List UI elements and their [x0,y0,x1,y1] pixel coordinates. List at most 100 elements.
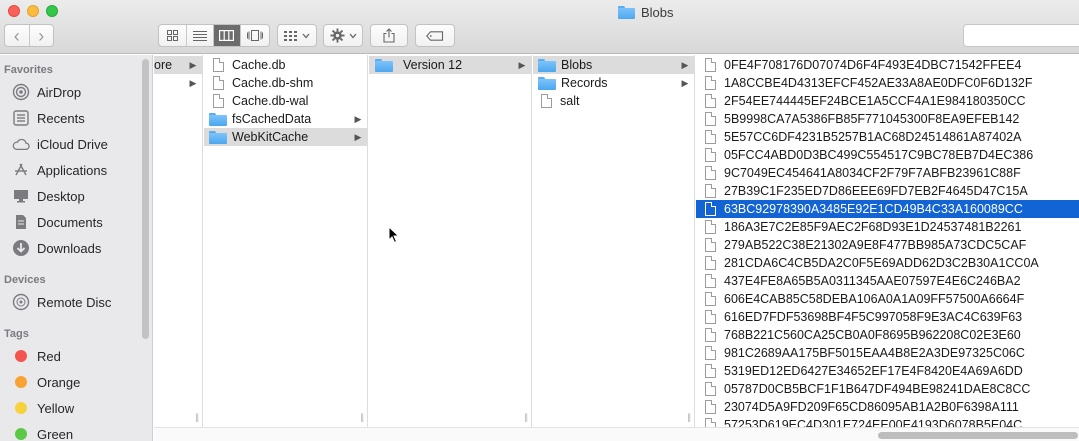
horizontal-scrollbar[interactable] [154,427,1079,441]
item-name: 768B221C560CA25CB0A0F8695B962208C02E3E60 [724,328,1021,342]
list-item[interactable]: 2F54EE744445EF24BCE1A5CCF4A1E984180350CC [696,92,1079,110]
list-view-button[interactable] [187,25,214,46]
sidebar-item-label: Red [37,348,61,364]
list-item[interactable]: Cache.db [204,56,367,74]
list-item[interactable]: 768B221C560CA25CB0A0F8695B962208C02E3E60 [696,326,1079,344]
view-mode-control [158,24,270,47]
item-name: Cache.db [232,58,286,72]
document-icon [705,364,716,378]
window-title: Blobs [618,3,674,21]
list-item[interactable]: 981C2689AA175BF5015EAA4B8E2A3DE97325C06C [696,344,1079,362]
column-resize-handle[interactable]: || [195,412,199,422]
document-icon [705,292,716,306]
column-resize-handle[interactable]: || [687,412,691,422]
list-item[interactable]: 63BC92978390A3485E92E1CD49B4C33A160089CC [696,200,1079,218]
sidebar-item-label: Remote Disc [37,294,112,310]
list-item[interactable]: Version 12 ▶ [369,56,531,74]
list-item[interactable]: Cache.db-shm [204,74,367,92]
list-item[interactable]: 1A8CCBE4D4313EFCF452AE33A8AE0DFC0F6D132F [696,74,1079,92]
sidebar-tag-yellow[interactable]: Yellow [12,397,74,419]
list-item[interactable]: 23074D5A9FD209F65CD86095AB1A2B0F6398A111 [696,398,1079,416]
window-toolbar: Blobs ‹ › [0,0,1079,54]
sidebar-item-airdrop[interactable]: AirDrop [12,81,81,103]
edit-tags-button[interactable] [415,24,455,47]
item-name: WebKitCache [232,130,309,144]
list-item[interactable]: 279AB522C38E21302A9E8F477BB985A73CDC5CAF [696,236,1079,254]
list-item[interactable]: salt [533,92,694,110]
document-icon [213,76,224,90]
document-icon [705,346,716,360]
list-item[interactable]: 437E4FE8A65B5A0311345AAE07597E4E6C246BA2 [696,272,1079,290]
item-name: Blobs [561,58,593,72]
list-item[interactable]: WebKitCache ▶ [204,128,367,146]
list-item[interactable]: 27B39C1F235ED7D86EEE69FD7EB2F4645D47C15A [696,182,1079,200]
disclosure-arrow-icon: ▶ [189,59,197,70]
list-item[interactable]: 9C7049EC454641A8034CF2F79F7ABFB23961C88F [696,164,1079,182]
share-button[interactable] [370,24,408,47]
list-item[interactable]: 5319ED12ED6427E34652EF17E4F8420E4A69A6DD [696,362,1079,380]
item-name: 05787D0CB5BCF1F1B647DF494BE98241DAE8C8CC [724,382,1031,396]
list-item[interactable]: ▶ [154,74,202,92]
sidebar-item-icloud-drive[interactable]: iCloud Drive [12,133,108,155]
cover-flow-button[interactable] [241,25,269,46]
list-item[interactable]: 606E4CAB85C58DEBA106A0A1A09FF57500A6664F [696,290,1079,308]
sidebar-tag-orange[interactable]: Orange [12,371,80,393]
tag-icon [426,30,444,41]
cloud-icon [12,135,30,153]
minimize-window-button[interactable] [27,5,39,17]
downloads-icon [12,239,30,257]
list-item[interactable]: 616ED7FDF53698BF4F5C997058F9E3AC4C639F63 [696,308,1079,326]
document-icon [705,238,716,252]
disc-icon [12,293,30,311]
list-item[interactable]: ore ▶ [154,56,202,74]
document-icon [705,184,716,198]
list-item[interactable]: 05FCC4ABD0D3BC499C554517C9BC78EB7D4EC386 [696,146,1079,164]
browser-column-3: Blobs ▶ Records ▶ salt || [533,55,695,427]
action-button[interactable] [323,24,363,47]
item-name: 279AB522C38E21302A9E8F477BB985A73CDC5CAF [724,238,1027,252]
favorites-heading: Favorites [4,64,53,76]
list-item[interactable]: 5B9998CA7A5386FB85F771045300F8EA9EFEB142 [696,110,1079,128]
icon-view-button[interactable] [159,25,187,46]
close-window-button[interactable] [8,5,20,17]
list-item[interactable]: 57253D619EC4D301E724EE00E4193D6078B5E04C [696,416,1079,427]
list-item[interactable]: 05787D0CB5BCF1F1B647DF494BE98241DAE8C8CC [696,380,1079,398]
document-icon [705,148,716,162]
sidebar-item-documents[interactable]: Documents [12,211,103,233]
airdrop-icon [12,83,30,101]
column-resize-handle[interactable]: || [524,412,528,422]
forward-button[interactable]: › [30,25,54,46]
item-name: ore [154,58,173,72]
back-button[interactable]: ‹ [5,25,30,46]
document-icon [705,166,716,180]
list-item[interactable]: fsCachedData ▶ [204,110,367,128]
sidebar-scrollbar[interactable] [142,59,149,339]
item-name: 186A3E7C2E85F9AEC2F68D93E1D24537481B2261 [724,220,1022,234]
item-name: 63BC92978390A3485E92E1CD49B4C33A160089CC [724,202,1023,216]
sidebar-item-label: Green [37,426,74,441]
list-item[interactable]: Cache.db-wal [204,92,367,110]
document-icon [705,256,716,270]
horizontal-scroll-thumb[interactable] [878,432,1078,439]
documents-icon [12,213,30,231]
sidebar-item-remote-disc[interactable]: Remote Disc [12,291,111,313]
list-item[interactable]: 5E57CC6DF4231B5257B1AC68D24514861A87402A [696,128,1079,146]
column-view-button[interactable] [213,25,242,46]
sidebar-item-downloads[interactable]: Downloads [12,237,101,259]
sidebar-item-applications[interactable]: Applications [12,159,107,181]
list-item[interactable]: 281CDA6C4CB5DA2C0F5E69ADD62D3C2B30A1CC0A [696,254,1079,272]
search-field[interactable] [963,24,1079,47]
list-item[interactable]: Blobs ▶ [533,56,694,74]
list-item[interactable]: Records ▶ [533,74,694,92]
list-item[interactable]: 186A3E7C2E85F9AEC2F68D93E1D24537481B2261 [696,218,1079,236]
sidebar-tag-green[interactable]: Green [12,423,73,441]
devices-heading: Devices [4,274,46,286]
arrange-button[interactable] [277,24,317,47]
sidebar-item-recents[interactable]: Recents [12,107,85,129]
sidebar-item-desktop[interactable]: Desktop [12,185,85,207]
zoom-window-button[interactable] [46,5,58,17]
item-name: 27B39C1F235ED7D86EEE69FD7EB2F4645D47C15A [724,184,1028,198]
column-resize-handle[interactable]: || [360,412,364,422]
sidebar-tag-red[interactable]: Red [12,345,61,367]
list-item[interactable]: 0FE4F708176D07074D6F4F493E4DBC71542FFEE4 [696,56,1079,74]
